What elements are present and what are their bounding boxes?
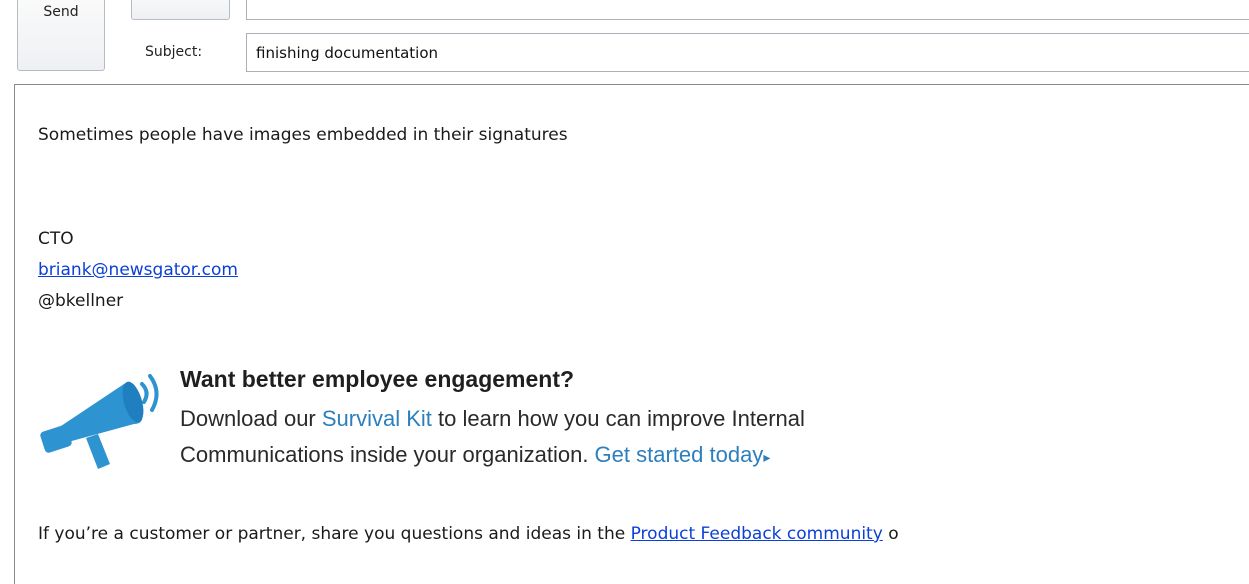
intro-text: Sometimes people have images embedded in… [38,125,568,145]
footer-suffix: o [882,524,899,544]
get-started-link[interactable]: Get started today [595,442,764,467]
promo-heading: Want better employee engagement? [180,366,575,392]
promo-line2-prefix: Communications inside your organization. [180,442,595,467]
subject-label: Subject: [145,44,203,60]
arrow-right-icon[interactable]: ▸ [763,449,770,465]
footer-text: If you’re a customer or partner, share y… [38,524,899,544]
signature-handle: @bkellner [38,291,124,311]
survival-kit-link[interactable]: Survival Kit [322,406,432,431]
signature-email-link[interactable]: briank@newsgator.com [38,260,238,280]
product-feedback-link[interactable]: Product Feedback community [631,524,883,544]
footer-prefix: If you’re a customer or partner, share y… [38,524,631,544]
message-body[interactable] [14,84,1249,584]
cc-button[interactable] [131,0,230,20]
promo-line-2: Communications inside your organization.… [180,442,770,468]
send-button-label: Send [43,4,79,20]
cc-field[interactable] [246,0,1249,20]
promo-line-1: Download our Survival Kit to learn how y… [180,406,805,432]
signature-title: CTO [38,229,74,249]
message-header: Send Subject: [0,0,1249,76]
megaphone-icon[interactable] [40,366,170,474]
promo-line1-prefix: Download our [180,406,322,431]
subject-input[interactable] [246,33,1249,72]
send-button[interactable]: Send [17,0,105,71]
promo-line1-suffix: to learn how you can improve Internal [431,406,805,431]
